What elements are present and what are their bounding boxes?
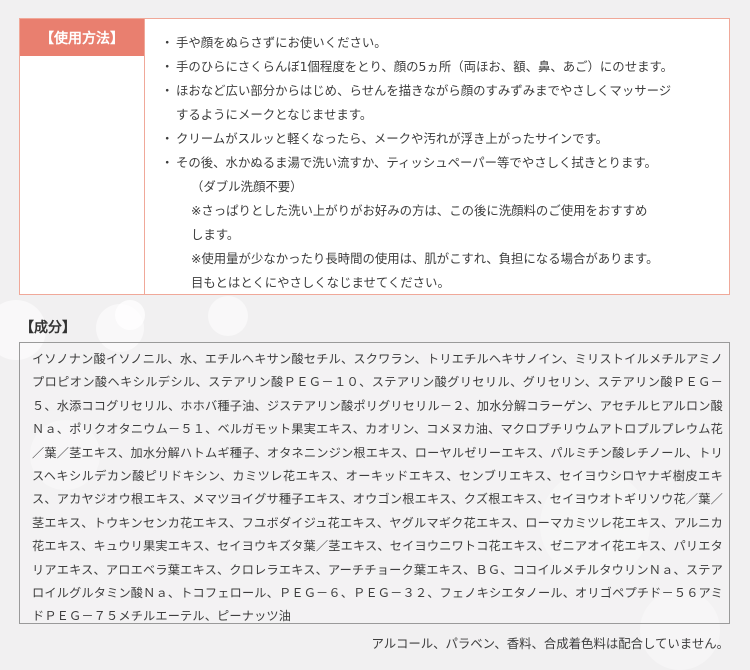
bullet-dot: ・	[161, 35, 174, 50]
usage-item: ・手のひらにさくらんぼ1個程度をとり、顔の5ヵ所（両ほお、額、鼻、あご）にのせま…	[157, 55, 721, 79]
usage-item: （ダブル洗顔不要）	[157, 175, 721, 199]
usage-item-text: 手のひらにさくらんぼ1個程度をとり、顔の5ヵ所（両ほお、額、鼻、あご）にのせます…	[176, 59, 674, 74]
usage-item-text: （ダブル洗顔不要）	[191, 179, 303, 194]
decorative-bubble	[208, 296, 248, 336]
bullet-dot: ・	[161, 83, 174, 98]
usage-item: するようにメークとなじませます。	[157, 103, 721, 127]
bullet-dot: ・	[161, 131, 174, 146]
usage-item-text: します。	[191, 227, 240, 242]
usage-item-text: するようにメークとなじませます。	[176, 107, 373, 122]
usage-item-text: 目もとはとくにやさしくなじませてください。	[191, 275, 450, 290]
usage-divider	[144, 19, 145, 294]
usage-section: 【使用方法】 ・手や顔をぬらさずにお使いください。・手のひらにさくらんぼ1個程度…	[19, 18, 730, 295]
decorative-bubble	[115, 300, 145, 330]
ingredients-box: イソノナン酸イソノニル、水、エチルヘキサン酸セチル、スクワラン、トリエチルヘキサ…	[19, 342, 730, 624]
usage-item: ※さっぱりとした洗い上がりがお好みの方は、この後に洗顔料のご使用をおすすめ	[157, 199, 721, 223]
ingredients-heading: 【成分】	[20, 320, 76, 336]
usage-item-text: ※使用量が少なかったり長時間の使用は、肌がこすれ、負担になる場合があります。	[191, 251, 659, 266]
usage-item: ※使用量が少なかったり長時間の使用は、肌がこすれ、負担になる場合があります。	[157, 247, 721, 271]
bullet-dot: ・	[161, 155, 174, 170]
bullet-dot: ・	[161, 59, 174, 74]
usage-heading: 【使用方法】	[20, 19, 144, 56]
usage-item: ・ほおなど広い部分からはじめ、らせんを描きながら顔のすみずみまでやさしくマッサー…	[157, 79, 721, 103]
usage-list: ・手や顔をぬらさずにお使いください。・手のひらにさくらんぼ1個程度をとり、顔の5…	[157, 31, 721, 295]
usage-item: ・クリームがスルッと軽くなったら、メークや汚れが浮き上がったサインです。	[157, 127, 721, 151]
usage-item: 目もとはとくにやさしくなじませてください。	[157, 271, 721, 295]
usage-item-text: その後、水かぬるま湯で洗い流すか、ティッシュペーパー等でやさしく拭きとります。	[176, 155, 657, 170]
usage-item: します。	[157, 223, 721, 247]
usage-item-text: ほおなど広い部分からはじめ、らせんを描きながら顔のすみずみまでやさしくマッサージ	[176, 83, 672, 98]
usage-item-text: 手や顔をぬらさずにお使いください。	[176, 35, 387, 50]
usage-item-text: クリームがスルッと軽くなったら、メークや汚れが浮き上がったサインです。	[176, 131, 609, 146]
usage-item: ・その後、水かぬるま湯で洗い流すか、ティッシュペーパー等でやさしく拭きとります。	[157, 151, 721, 175]
footer-note: アルコール、パラベン、香料、合成着色料は配合していません。	[371, 636, 729, 651]
usage-item-text: ※さっぱりとした洗い上がりがお好みの方は、この後に洗顔料のご使用をおすすめ	[191, 203, 648, 218]
usage-item: ・手や顔をぬらさずにお使いください。	[157, 31, 721, 55]
